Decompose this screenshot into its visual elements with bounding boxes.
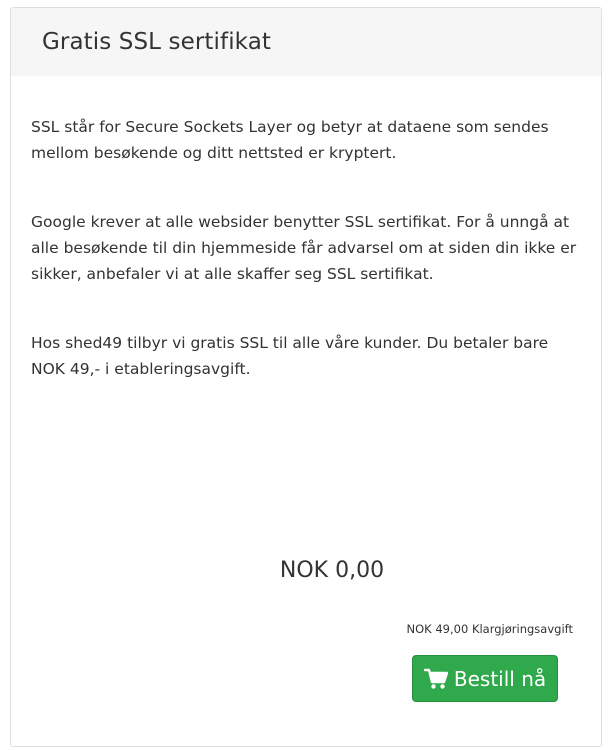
product-description: SSL står for Secure Sockets Layer og bet… bbox=[31, 114, 581, 382]
description-paragraph-2: Google krever at alle websider benytter … bbox=[31, 213, 577, 283]
product-card: Gratis SSL sertifikat SSL står for Secur… bbox=[10, 7, 602, 747]
setup-fee: NOK 49,00 Klargjøringsavgift bbox=[406, 622, 573, 636]
product-price: NOK 0,00 bbox=[279, 558, 385, 583]
description-paragraph-3: Hos shed49 tilbyr vi gratis SSL til alle… bbox=[31, 334, 549, 378]
order-button-label: Bestill nå bbox=[453, 666, 547, 691]
product-title: Gratis SSL sertifikat bbox=[42, 29, 272, 55]
order-button[interactable]: Bestill nå bbox=[412, 655, 558, 702]
card-header: Gratis SSL sertifikat bbox=[11, 8, 601, 76]
description-paragraph-1: SSL står for Secure Sockets Layer og bet… bbox=[31, 118, 549, 162]
shopping-cart-icon bbox=[423, 668, 448, 690]
card-body: SSL står for Secure Sockets Layer og bet… bbox=[11, 76, 601, 382]
